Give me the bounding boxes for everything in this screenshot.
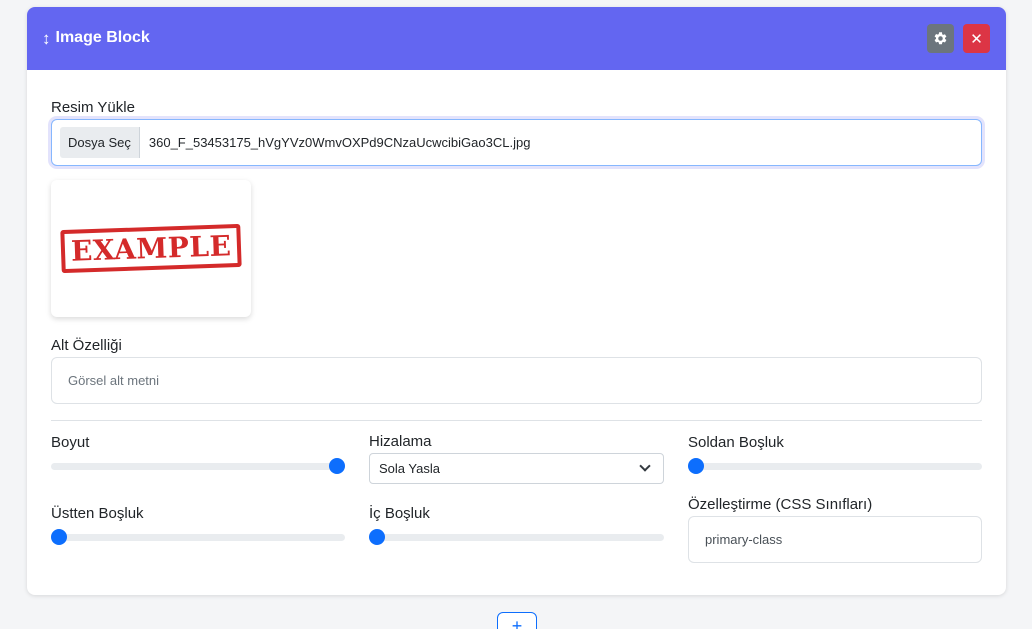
settings-button[interactable] [927,24,954,53]
slider-track [51,463,345,470]
slider-track [369,534,664,541]
size-slider[interactable] [51,458,345,474]
file-upload-input[interactable]: Dosya Seç 360_F_53453175_hVgYVz0WmvOXPd9… [51,119,982,166]
file-name: 360_F_53453175_hVgYVz0WmvOXPd9CNzaUcwcib… [148,135,531,150]
slider-thumb[interactable] [369,529,385,545]
image-preview: EXAMPLE [51,180,251,317]
margin-left-label: Soldan Boşluk [688,434,784,451]
slider-track [51,534,345,541]
add-block-button[interactable]: + [497,612,537,629]
padding-slider[interactable] [369,529,664,545]
drag-handle-icon[interactable]: ↕ [42,30,51,47]
align-selected-value: Sola Yasla [379,461,440,476]
divider [51,420,982,421]
custom-classes-label: Özelleştirme (CSS Sınıfları) [688,496,873,513]
margin-left-slider[interactable] [688,458,982,474]
margin-top-slider[interactable] [51,529,345,545]
image-block-card: ↕ Image Block ✕ Resim Yükle Dosya Seç 36… [27,7,1006,595]
block-title: Image Block [55,29,150,46]
size-label: Boyut [51,434,90,451]
align-select[interactable]: Sola Yasla [369,453,664,484]
padding-label: İç Boşluk [369,505,430,522]
alt-text-input[interactable]: Görsel alt metni [51,357,982,404]
slider-thumb[interactable] [51,529,67,545]
chevron-down-icon [639,460,651,472]
close-button[interactable]: ✕ [963,24,990,53]
alt-label: Alt Özelliği [51,337,122,354]
align-label: Hizalama [369,433,432,450]
slider-track [688,463,982,470]
choose-file-button[interactable]: Dosya Seç [60,127,140,158]
gear-icon [934,32,947,45]
example-stamp-image: EXAMPLE [60,223,242,274]
upload-label: Resim Yükle [51,99,135,116]
close-icon: ✕ [970,30,983,48]
custom-classes-input[interactable]: primary-class [688,516,982,563]
block-title-group: ↕ Image Block [42,29,150,47]
slider-thumb[interactable] [688,458,704,474]
slider-thumb[interactable] [329,458,345,474]
margin-top-label: Üstten Boşluk [51,505,144,522]
block-header: ↕ Image Block ✕ [27,7,1006,70]
